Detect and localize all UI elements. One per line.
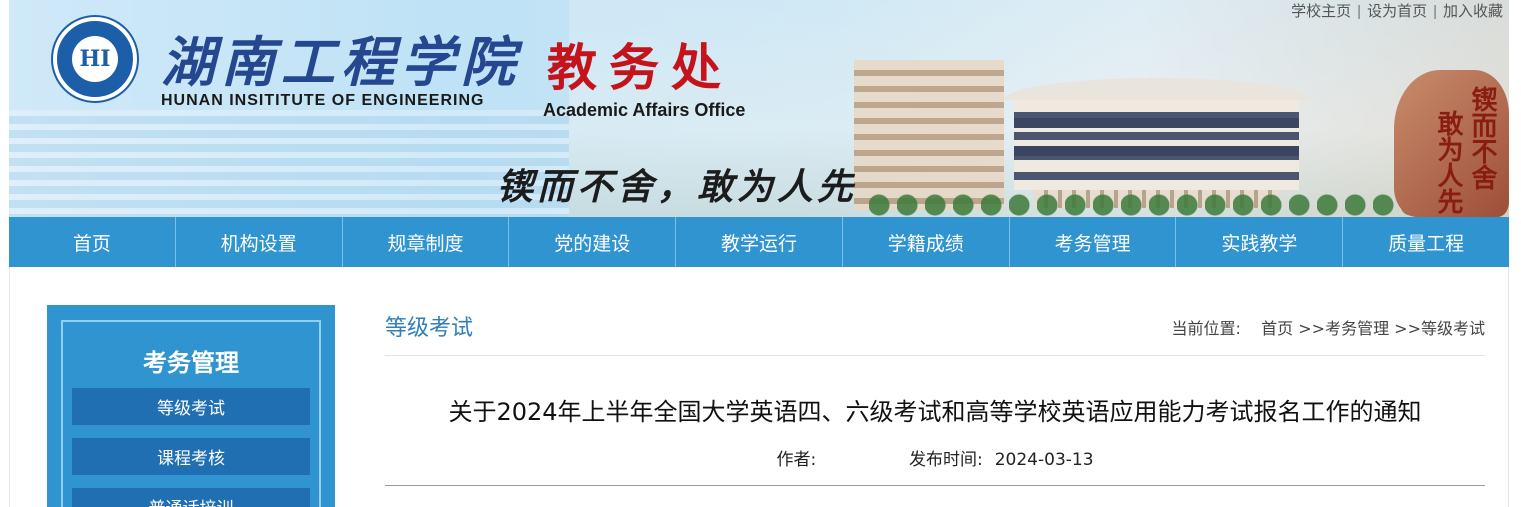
nav-item-home[interactable]: 首页 [9, 217, 176, 267]
nav-item-student-records[interactable]: 学籍成绩 [843, 217, 1010, 267]
logo-emblem-icon: HI [72, 36, 118, 82]
nav-item-regulations[interactable]: 规章制度 [343, 217, 510, 267]
section-divider [385, 355, 1485, 356]
top-link-home[interactable]: 学校主页 [1291, 3, 1351, 20]
publish-date: 2024-03-13 [994, 450, 1094, 470]
sidebar: 考务管理 等级考试 课程考核 普通话培训 [47, 305, 335, 507]
breadcrumb: 当前位置: 首页 >>考务管理 >>等级考试 [1172, 315, 1485, 339]
breadcrumb-level-exams[interactable]: >>等级考试 [1394, 319, 1485, 338]
banner-auditorium-seats [9, 110, 569, 217]
breadcrumb-exam-management[interactable]: >>考务管理 [1298, 319, 1389, 338]
date-label: 发布时间: [909, 450, 983, 470]
banner-motto-rock: 锲而不舍 敢为人先 [1394, 70, 1509, 217]
office-name-en: Academic Affairs Office [543, 100, 746, 120]
nav-item-exam-management[interactable]: 考务管理 [1010, 217, 1177, 267]
top-link-separator: | [1433, 3, 1437, 20]
sidebar-item-mandarin-training[interactable]: 普通话培训 [72, 488, 310, 507]
sidebar-item-course-assessment[interactable]: 课程考核 [72, 438, 310, 475]
rock-inscription-2: 敢为人先 [1433, 110, 1463, 214]
breadcrumb-prefix: 当前位置: [1171, 319, 1241, 338]
nav-item-organization[interactable]: 机构设置 [176, 217, 343, 267]
nav-item-quality-engineering[interactable]: 质量工程 [1343, 217, 1509, 267]
nav-item-party-building[interactable]: 党的建设 [509, 217, 677, 267]
section-title: 等级考试 [385, 316, 474, 341]
nav-item-practice-teaching[interactable]: 实践教学 [1176, 217, 1344, 267]
header-banner: 锲而不舍 敢为人先 HI 湖南工程学院 HUNAN INSITITUTE OF … [9, 0, 1509, 217]
content-border-right [1508, 267, 1509, 507]
main-nav: 首页 机构设置 规章制度 党的建设 教学运行 学籍成绩 考务管理 实践教学 质量… [9, 217, 1509, 267]
nav-item-teaching-operations[interactable]: 教学运行 [676, 217, 843, 267]
top-link-bookmark[interactable]: 加入收藏 [1443, 3, 1503, 20]
office-name-cn: 教务处 [547, 38, 733, 97]
author-label: 作者: [776, 450, 817, 470]
top-links: 学校主页 | 设为首页 | 加入收藏 [1291, 0, 1503, 21]
article-title: 关于2024年上半年全国大学英语四、六级考试和高等学校英语应用能力考试报名工作的… [448, 398, 1422, 426]
article-divider [385, 485, 1485, 486]
school-name-cn: 湖南工程学院 [161, 30, 521, 94]
article-meta: 作者: 发布时间: 2024-03-13 [385, 445, 1485, 470]
top-link-set-homepage[interactable]: 设为首页 [1367, 3, 1427, 20]
sidebar-item-level-exams[interactable]: 等级考试 [72, 388, 310, 425]
top-link-separator: | [1357, 3, 1362, 20]
school-name-en: HUNAN INSITITUTE OF ENGINEERING [161, 92, 485, 109]
rock-inscription-1: 锲而不舍 [1467, 86, 1497, 190]
content-border-left [9, 267, 10, 507]
breadcrumb-home[interactable]: 首页 [1261, 319, 1293, 338]
sidebar-title: 考务管理 [143, 349, 239, 377]
school-motto: 锲而不舍，敢为人先 [497, 166, 858, 208]
school-logo[interactable]: HI [53, 17, 137, 101]
